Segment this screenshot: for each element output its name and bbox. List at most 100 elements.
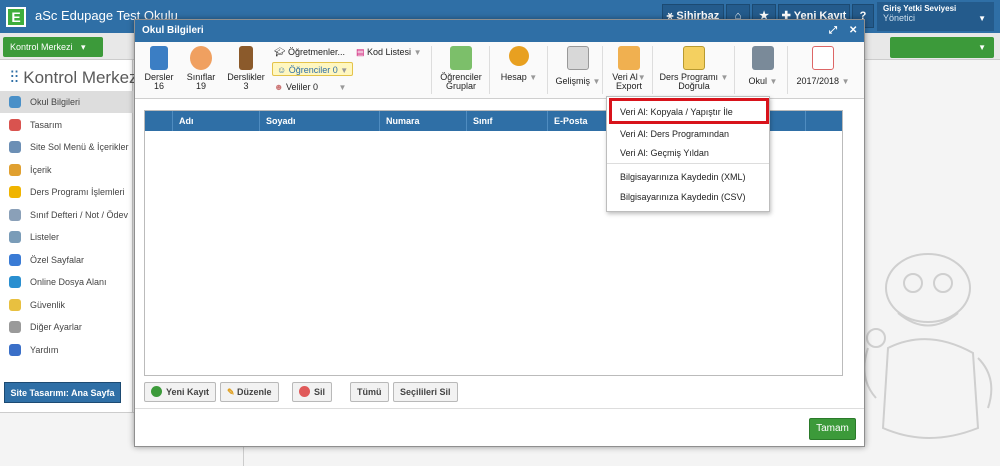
delete-circle-icon: [299, 386, 310, 397]
settings-sliders-icon: ⫶⫶: [10, 68, 24, 87]
veri-al-dropdown-menu: Veri Al: Kopyala / Yapıştır İle Veri Al:…: [606, 96, 770, 212]
caret-down-icon: ▼: [592, 77, 601, 86]
students-icon: [190, 46, 212, 70]
sidebar-item-label: Listeler: [30, 232, 60, 242]
sil-button[interactable]: Sil: [292, 382, 333, 402]
sidebar-item-icon: [9, 96, 21, 108]
dersler-button[interactable]: Dersler 16: [144, 46, 174, 91]
sidebar-item[interactable]: Yardım: [0, 339, 133, 361]
sidebar-item-label: Site Sol Menü & İçerikler: [30, 142, 129, 152]
sidebar-item-label: Okul Bilgileri: [30, 97, 81, 107]
sidebar-item[interactable]: Site Sol Menü & İçerikler: [0, 136, 133, 158]
column-header-numara[interactable]: Numara: [380, 111, 467, 131]
ogrenciler-button[interactable]: ☺ Öğrenciler 0 ▼: [272, 62, 354, 76]
sidebar-item-icon: [9, 186, 21, 198]
okul-button[interactable]: Okul ▼: [741, 46, 785, 86]
sidebar-item[interactable]: Tasarım: [0, 114, 133, 136]
graduation-cap-icon: 🎓︎: [274, 47, 288, 57]
sidebar-item-icon: [9, 118, 21, 131]
kontrol-merkezi-button[interactable]: Kontrol Merkezi ▾: [3, 37, 103, 57]
gelismis-button[interactable]: Gelişmiş ▼: [553, 46, 603, 86]
site-design-button[interactable]: Site Tasarımı: Ana Sayfa: [4, 382, 121, 403]
sidebar-item-icon: [9, 321, 21, 333]
menu-item-save-csv[interactable]: Bilgisayarınıza Kaydedin (CSV): [620, 192, 746, 202]
sidebar-item-label: Tasarım: [30, 119, 63, 130]
calculator-icon: [567, 46, 589, 70]
edupage-logo[interactable]: E: [6, 7, 26, 27]
right-dropdown-button[interactable]: ▼: [890, 37, 994, 58]
sidebar-item[interactable]: Listeler: [0, 226, 133, 248]
column-header-select[interactable]: [145, 111, 173, 131]
column-header-soyadi[interactable]: Soyadı: [260, 111, 380, 131]
menu-item-gecmis-yildan[interactable]: Veri Al: Geçmiş Yıldan: [620, 148, 709, 158]
groups-icon: [450, 46, 472, 70]
school-year-button[interactable]: 2017/2018 ▼: [793, 46, 853, 86]
caret-down-icon: ▼: [413, 48, 422, 57]
duzenle-button[interactable]: ✎ Düzenle: [220, 382, 279, 402]
yeni-kayit-button[interactable]: Yeni Kayıt: [144, 382, 217, 402]
door-icon: [239, 46, 253, 70]
sidebar-item-label: Ders Programı İşlemleri: [30, 187, 125, 197]
sidebar-item-icon: [9, 231, 21, 243]
caret-down-icon: ▼: [978, 43, 986, 52]
caret-down-icon: ▼: [529, 73, 538, 82]
sidebar-item-label: Yardım: [30, 344, 59, 355]
user-role-value: Yönetici: [883, 13, 916, 23]
dialog-header: Okul Bilgileri ⤢ ✕: [135, 20, 864, 42]
column-header-sinif[interactable]: Sınıf: [467, 111, 548, 131]
caret-down-icon: ▼: [841, 77, 850, 86]
column-header-adi[interactable]: Adı: [173, 111, 260, 131]
schedule-check-icon: [683, 46, 705, 70]
tumu-button[interactable]: Tümü: [350, 382, 389, 402]
sidebar-item[interactable]: Sınıf Defteri / Not / Ödev: [0, 204, 133, 226]
caret-down-icon: ▼: [720, 73, 729, 82]
key-icon: [509, 46, 529, 66]
sidebar-item[interactable]: Diğer Ayarlar: [0, 316, 133, 338]
toolbar-divider: [431, 46, 432, 94]
plus-circle-icon: [151, 386, 162, 397]
toolbar-divider: [734, 46, 735, 94]
sidebar-item[interactable]: İçerik: [0, 159, 133, 181]
maximize-icon[interactable]: ⤢: [829, 20, 837, 42]
menu-item-ders-programindan[interactable]: Veri Al: Ders Programından: [620, 129, 729, 139]
secilileri-sil-button[interactable]: Seçilileri Sil: [393, 382, 458, 402]
derslikler-button[interactable]: Derslikler 3: [226, 46, 266, 91]
siniflar-button[interactable]: Sınıflar 19: [184, 46, 218, 91]
sidebar-item[interactable]: Okul Bilgileri: [0, 91, 133, 113]
menu-item-kopyala-yapistir[interactable]: Veri Al: Kopyala / Yapıştır İle: [620, 107, 733, 117]
sidebar-item-label: Sınıf Defteri / Not / Ödev: [30, 209, 129, 220]
toolbar-divider: [787, 46, 788, 94]
sidebar-item[interactable]: Ders Programı İşlemleri: [0, 181, 133, 203]
parents-icon: ☻: [274, 82, 286, 92]
caret-down-icon: ▼: [338, 83, 347, 92]
veliler-button[interactable]: ☻ Veliler 0 ▼: [274, 80, 346, 94]
sidebar-item-label: Güvenlik: [30, 299, 66, 310]
ders-programi-dogrula-button[interactable]: Ders Programı ▼ Doğrula: [659, 46, 729, 91]
sidebar-item-icon: [9, 163, 21, 176]
sidebar-item[interactable]: Online Dosya Alanı: [0, 271, 133, 293]
sidebar-item-icon: [9, 276, 21, 288]
sidebar-item[interactable]: Güvenlik: [0, 294, 133, 316]
okul-bilgileri-dialog: Okul Bilgileri ⤢ ✕ Dersler 16 Sınıflar 1…: [134, 19, 865, 447]
sidebar-title: ⫶⫶ Kontrol Merkezi: [10, 68, 142, 87]
caret-down-icon: ▼: [769, 77, 778, 86]
mascot-illustration: [863, 253, 993, 439]
hesap-button[interactable]: Hesap ▼: [497, 46, 541, 82]
toolbar-divider: [602, 46, 603, 94]
sidebar-item-icon: [9, 343, 21, 356]
ogretmenler-button[interactable]: 🎓︎ Öğretmenler...: [274, 45, 345, 59]
kod-listesi-button[interactable]: ▤ Kod Listesi ▼: [356, 45, 421, 59]
ogrenci-gruplar-button[interactable]: Öğrenciler Gruplar: [439, 46, 483, 91]
sidebar-item-icon: [9, 141, 21, 153]
person-icon: ☺: [277, 65, 289, 75]
dialog-title: Okul Bilgileri: [142, 25, 204, 36]
tamam-button[interactable]: Tamam: [809, 418, 856, 440]
menu-item-save-xml[interactable]: Bilgisayarınıza Kaydedin (XML): [620, 172, 746, 182]
sidebar-item[interactable]: Özel Sayfalar: [0, 249, 133, 271]
close-icon[interactable]: ✕: [849, 20, 857, 42]
toolbar-divider: [652, 46, 653, 94]
sidebar-item-label: Diğer Ayarlar: [30, 322, 82, 332]
user-role-select[interactable]: Giriş Yetki Seviyesi Yönetici ▼: [877, 2, 994, 31]
dialog-footer-divider: [135, 408, 864, 409]
veri-al-export-button[interactable]: Veri Al▼ Export: [609, 46, 649, 91]
